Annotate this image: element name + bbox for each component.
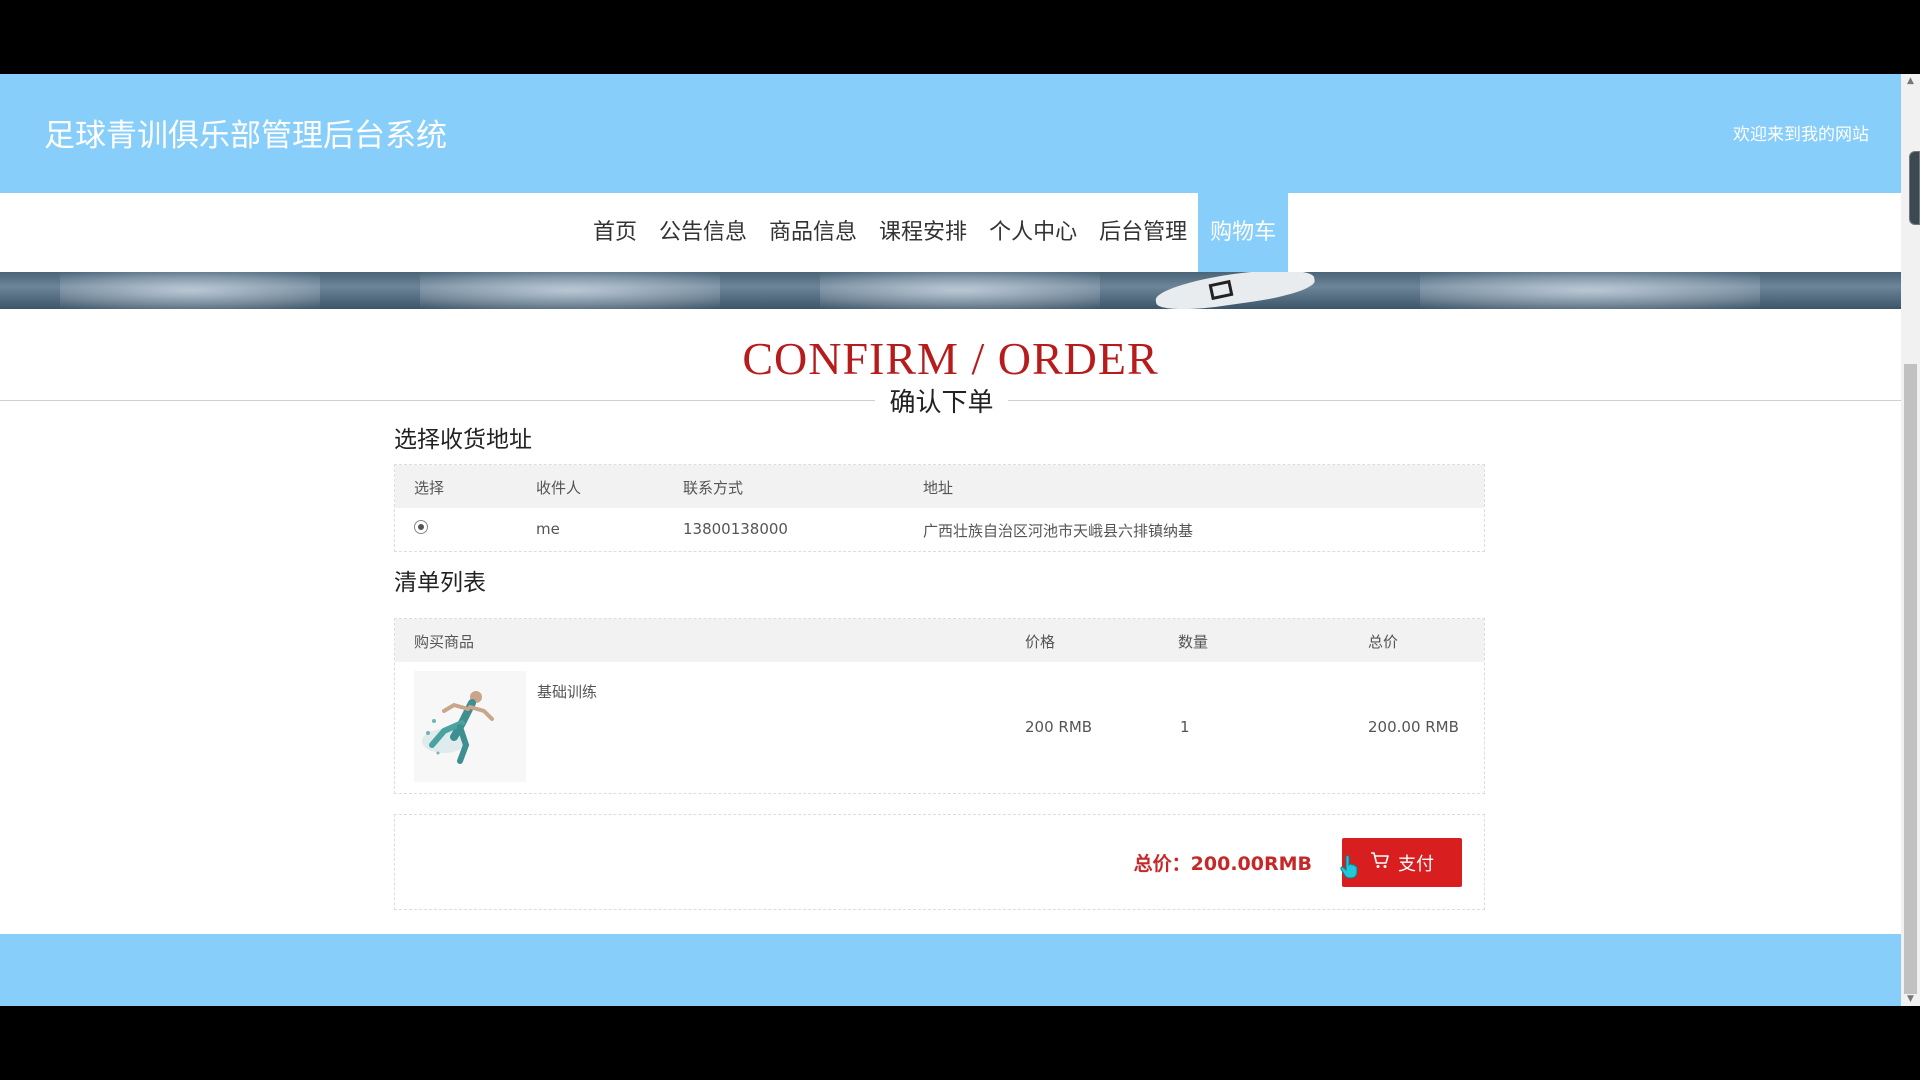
cart-icon: [1370, 851, 1390, 874]
recipient-phone: 13800138000: [683, 520, 788, 538]
col-recipient: 收件人: [536, 479, 582, 497]
col-phone: 联系方式: [683, 479, 744, 497]
letterbox-top: [0, 0, 1920, 74]
address-table-header: 选择 收件人 联系方式 地址: [395, 465, 1484, 508]
scroll-down-icon[interactable]: ▼: [1901, 992, 1920, 1006]
nav-products[interactable]: 商品信息: [758, 193, 868, 272]
banner-image: [0, 272, 1901, 309]
col-address: 地址: [923, 479, 954, 497]
address-section-title: 选择收货地址: [394, 427, 532, 453]
nav-courses[interactable]: 课程安排: [868, 193, 978, 272]
scroll-thumb[interactable]: [1904, 364, 1917, 994]
col-select: 选择: [414, 479, 445, 497]
col-quantity: 数量: [1178, 633, 1209, 651]
product-name[interactable]: 基础训练: [537, 681, 597, 702]
page-title-cn: 确认下单: [875, 382, 1008, 419]
product-thumbnail[interactable]: [414, 671, 526, 782]
order-table: 购买商品 价格 数量 总价 基础训练 200 RMB 1 200.00 RMB: [394, 618, 1485, 794]
site-footer: [0, 934, 1901, 1006]
address-radio[interactable]: [414, 520, 428, 534]
scroll-up-icon[interactable]: ▲: [1901, 74, 1920, 88]
letterbox-bottom: [0, 1006, 1920, 1080]
order-row: 基础训练 200 RMB 1 200.00 RMB: [395, 662, 1484, 793]
col-price: 价格: [1025, 633, 1056, 651]
product-quantity: 1: [1180, 718, 1190, 736]
site-title: 足球青训俱乐部管理后台系统: [44, 118, 447, 154]
order-summary: 总价：200.00RMB 支付: [394, 814, 1485, 910]
recipient-name: me: [536, 520, 560, 538]
recipient-address: 广西壮族自治区河池市天峨县六排镇纳基: [923, 522, 1194, 540]
nav-announcements[interactable]: 公告信息: [648, 193, 758, 272]
pay-button-label: 支付: [1398, 853, 1434, 875]
order-table-header: 购买商品 价格 数量 总价: [395, 619, 1484, 662]
page-title-en: CONFIRM / ORDER: [742, 333, 1159, 384]
surfboard-graphic: [1153, 272, 1317, 309]
side-panel-tab[interactable]: [1909, 151, 1920, 225]
product-total: 200.00 RMB: [1368, 718, 1459, 736]
total-price: 总价：200.00RMB: [1133, 853, 1312, 875]
col-product: 购买商品: [414, 633, 475, 651]
product-price: 200 RMB: [1025, 718, 1093, 736]
welcome-text: 欢迎来到我的网站: [1733, 125, 1869, 145]
hand-cursor-icon: [1340, 854, 1358, 879]
main-nav: 首页 公告信息 商品信息 课程安排 个人中心 后台管理 购物车: [0, 193, 1901, 272]
nav-profile[interactable]: 个人中心: [978, 193, 1088, 272]
browser-viewport: 足球青训俱乐部管理后台系统 欢迎来到我的网站 首页 公告信息 商品信息 课程安排…: [0, 74, 1901, 1006]
nav-admin[interactable]: 后台管理: [1088, 193, 1198, 272]
col-total: 总价: [1368, 633, 1399, 651]
pay-button[interactable]: 支付: [1342, 838, 1462, 887]
address-table: 选择 收件人 联系方式 地址 me 13800138000 广西壮族自治区河池市…: [394, 464, 1485, 552]
nav-home[interactable]: 首页: [582, 193, 648, 272]
address-row[interactable]: me 13800138000 广西壮族自治区河池市天峨县六排镇纳基: [395, 508, 1484, 551]
nav-cart[interactable]: 购物车: [1198, 193, 1289, 272]
site-header: 足球青训俱乐部管理后台系统 欢迎来到我的网站: [0, 74, 1901, 193]
order-section-title: 清单列表: [394, 570, 486, 596]
